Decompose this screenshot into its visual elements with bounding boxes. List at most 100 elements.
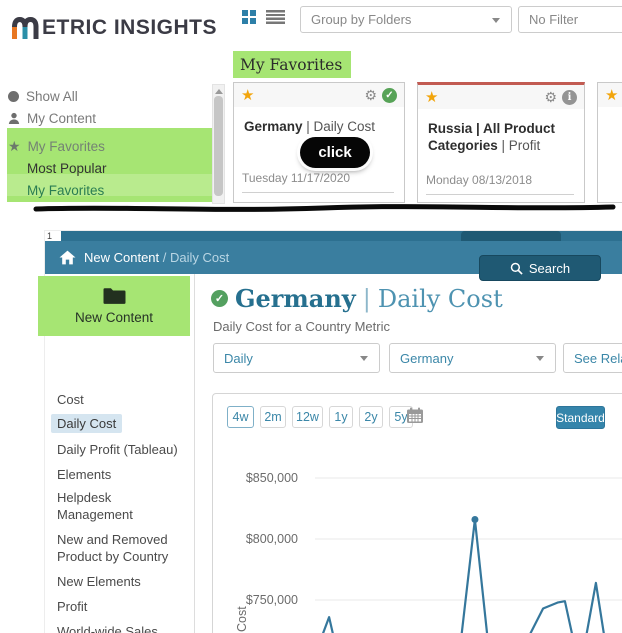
- see-related-button[interactable]: See Relat: [563, 343, 622, 373]
- folder-item-label: Helpdesk Management: [57, 490, 133, 522]
- folder-item-daily-cost[interactable]: Daily Cost: [51, 414, 189, 433]
- range-label: 12w: [296, 410, 319, 424]
- home-icon[interactable]: [59, 250, 76, 265]
- folder-item-helpdesk-management[interactable]: Helpdesk Management: [57, 489, 189, 523]
- logo-text: ETRIC INSIGHTS: [42, 16, 218, 39]
- group-by-select[interactable]: Group by Folders: [300, 6, 512, 33]
- range-button-4w[interactable]: 4w: [227, 406, 254, 428]
- tile-title-rest: | Daily Cost: [302, 119, 376, 134]
- folder-item-world-wide-sales[interactable]: World-wide Sales Multi-metric: [57, 623, 189, 633]
- page-subtitle: Daily Cost for a Country Metric: [213, 319, 390, 334]
- folder-item-label: New and Removed Product by Country: [57, 532, 169, 564]
- dimension-value: Germany: [400, 350, 454, 366]
- y-axis-tick-label: $800,000: [246, 532, 298, 546]
- sidebar-item-label: My Favorites: [27, 182, 105, 198]
- sidebar-item-label: Show All: [26, 88, 78, 104]
- user-icon: [8, 112, 20, 124]
- standard-label: Standard: [556, 410, 605, 425]
- folder-item-label: Elements: [57, 467, 112, 482]
- range-label: 2m: [264, 410, 282, 424]
- folder-item-profit[interactable]: Profit: [57, 598, 189, 615]
- tile-header: ★ ⚙ ✓: [234, 83, 404, 107]
- info-icon[interactable]: i: [562, 89, 577, 105]
- range-label: 4w: [232, 410, 249, 424]
- click-annotation-label: click: [318, 144, 352, 161]
- detail-navbar: New Content / Daily Cost Search: [45, 241, 622, 281]
- folder-item-label: New Elements: [57, 574, 141, 589]
- list-view-icon[interactable]: [266, 10, 285, 24]
- favorites-heading-label: My Favorites: [240, 55, 343, 74]
- title-country: Germany: [235, 284, 356, 313]
- daily-cost-line-chart: $850,000 $800,000 $750,000Cost: [235, 471, 622, 633]
- folder-item-label: Cost: [57, 392, 84, 407]
- scrollbar-thumb[interactable]: [214, 96, 223, 196]
- chevron-down-icon: [536, 356, 544, 361]
- folder-item-label: Profit: [57, 599, 88, 614]
- sidebar-item-my-favorites-group[interactable]: ★ My Favorites: [8, 136, 105, 156]
- metric-insights-logo: ETRIC INSIGHTS: [10, 16, 217, 40]
- favorite-star-icon[interactable]: ★: [241, 88, 254, 103]
- sidebar-item-most-popular[interactable]: Most Popular: [27, 158, 107, 178]
- tile-header: ★: [598, 83, 622, 107]
- corner-mark: 1: [45, 231, 61, 241]
- tile-title-rest: | Profit: [497, 137, 541, 153]
- gear-icon[interactable]: ⚙: [544, 90, 557, 104]
- range-button-2m[interactable]: 2m: [260, 406, 286, 428]
- sidebar-scrollbar[interactable]: [212, 84, 225, 204]
- title-metric: Daily Cost: [377, 284, 503, 313]
- dimension-select[interactable]: Germany: [389, 343, 556, 373]
- folder-item-new-and-removed[interactable]: New and Removed Product by Country: [57, 531, 189, 565]
- folder-item-elements[interactable]: Elements: [57, 466, 189, 483]
- chevron-down-icon: [360, 356, 368, 361]
- tile-russia-profit[interactable]: ★ ⚙ i Russia | All Product Categories | …: [417, 82, 585, 203]
- folder-item-daily-profit-tableau[interactable]: Daily Profit (Tableau): [57, 441, 189, 458]
- favorite-star-icon[interactable]: ★: [425, 90, 438, 105]
- folder-item-new-elements[interactable]: New Elements: [57, 573, 189, 590]
- folder-name-label[interactable]: New Content: [75, 310, 153, 325]
- chevron-down-icon: [492, 18, 500, 23]
- folder-item-label: Daily Profit (Tableau): [57, 442, 178, 457]
- breadcrumb-root[interactable]: New Content: [84, 250, 159, 265]
- data-point-marker[interactable]: [471, 515, 479, 523]
- sidebar-item-label: Most Popular: [27, 160, 107, 176]
- star-icon: ★: [8, 138, 21, 154]
- sidebar-item-label: My Content: [27, 110, 97, 126]
- sidebar-item-show-all[interactable]: Show All: [8, 86, 78, 106]
- range-button-12w[interactable]: 12w: [292, 406, 323, 428]
- tile-title: Germany | Daily Cost: [234, 107, 404, 136]
- sidebar-item-my-favorites[interactable]: My Favorites: [27, 180, 104, 200]
- search-button[interactable]: Search: [479, 255, 601, 281]
- sidebar-item-my-content[interactable]: My Content: [8, 108, 96, 128]
- standard-view-button[interactable]: Standard: [556, 406, 605, 429]
- range-label: 2y: [364, 410, 378, 424]
- period-value: Daily: [224, 350, 253, 366]
- range-button-2y[interactable]: 2y: [359, 406, 383, 428]
- period-select[interactable]: Daily: [213, 343, 380, 373]
- sidebar-item-label: My Favorites: [27, 138, 105, 154]
- title-separator: |: [362, 284, 371, 313]
- y-axis-tick-label: $750,000: [246, 593, 298, 607]
- favorite-star-icon: ★: [605, 86, 619, 104]
- breadcrumb: New Content / Daily Cost: [84, 250, 229, 265]
- certified-check-icon: ✓: [211, 290, 228, 307]
- calendar-icon[interactable]: [406, 407, 424, 424]
- logo-m-icon: [12, 16, 39, 39]
- scroll-up-icon[interactable]: [214, 89, 223, 94]
- tile-date: Monday 08/13/2018: [426, 173, 574, 195]
- y-axis-tick-label: $850,000: [246, 471, 298, 485]
- tile-date: Tuesday 11/17/2020: [242, 171, 394, 193]
- grid-view-icon[interactable]: [242, 10, 256, 24]
- screen: ETRIC INSIGHTS Group by Folders No Filte…: [0, 0, 622, 633]
- filter-select[interactable]: No Filter: [518, 6, 622, 33]
- range-button-1y[interactable]: 1y: [329, 406, 353, 428]
- breadcrumb-current: Daily Cost: [170, 250, 230, 265]
- tile-partial[interactable]: ★: [597, 82, 622, 203]
- cost-line-series: [321, 518, 605, 633]
- breadcrumb-separator: /: [159, 250, 170, 265]
- search-icon: [510, 262, 523, 275]
- folder-item-cost[interactable]: Cost: [57, 391, 189, 408]
- tile-title-bold: Germany: [244, 119, 303, 134]
- gear-icon[interactable]: ⚙: [364, 88, 377, 102]
- folder-icon: [103, 288, 125, 304]
- new-content-highlight-annotation: New Content: [38, 276, 190, 336]
